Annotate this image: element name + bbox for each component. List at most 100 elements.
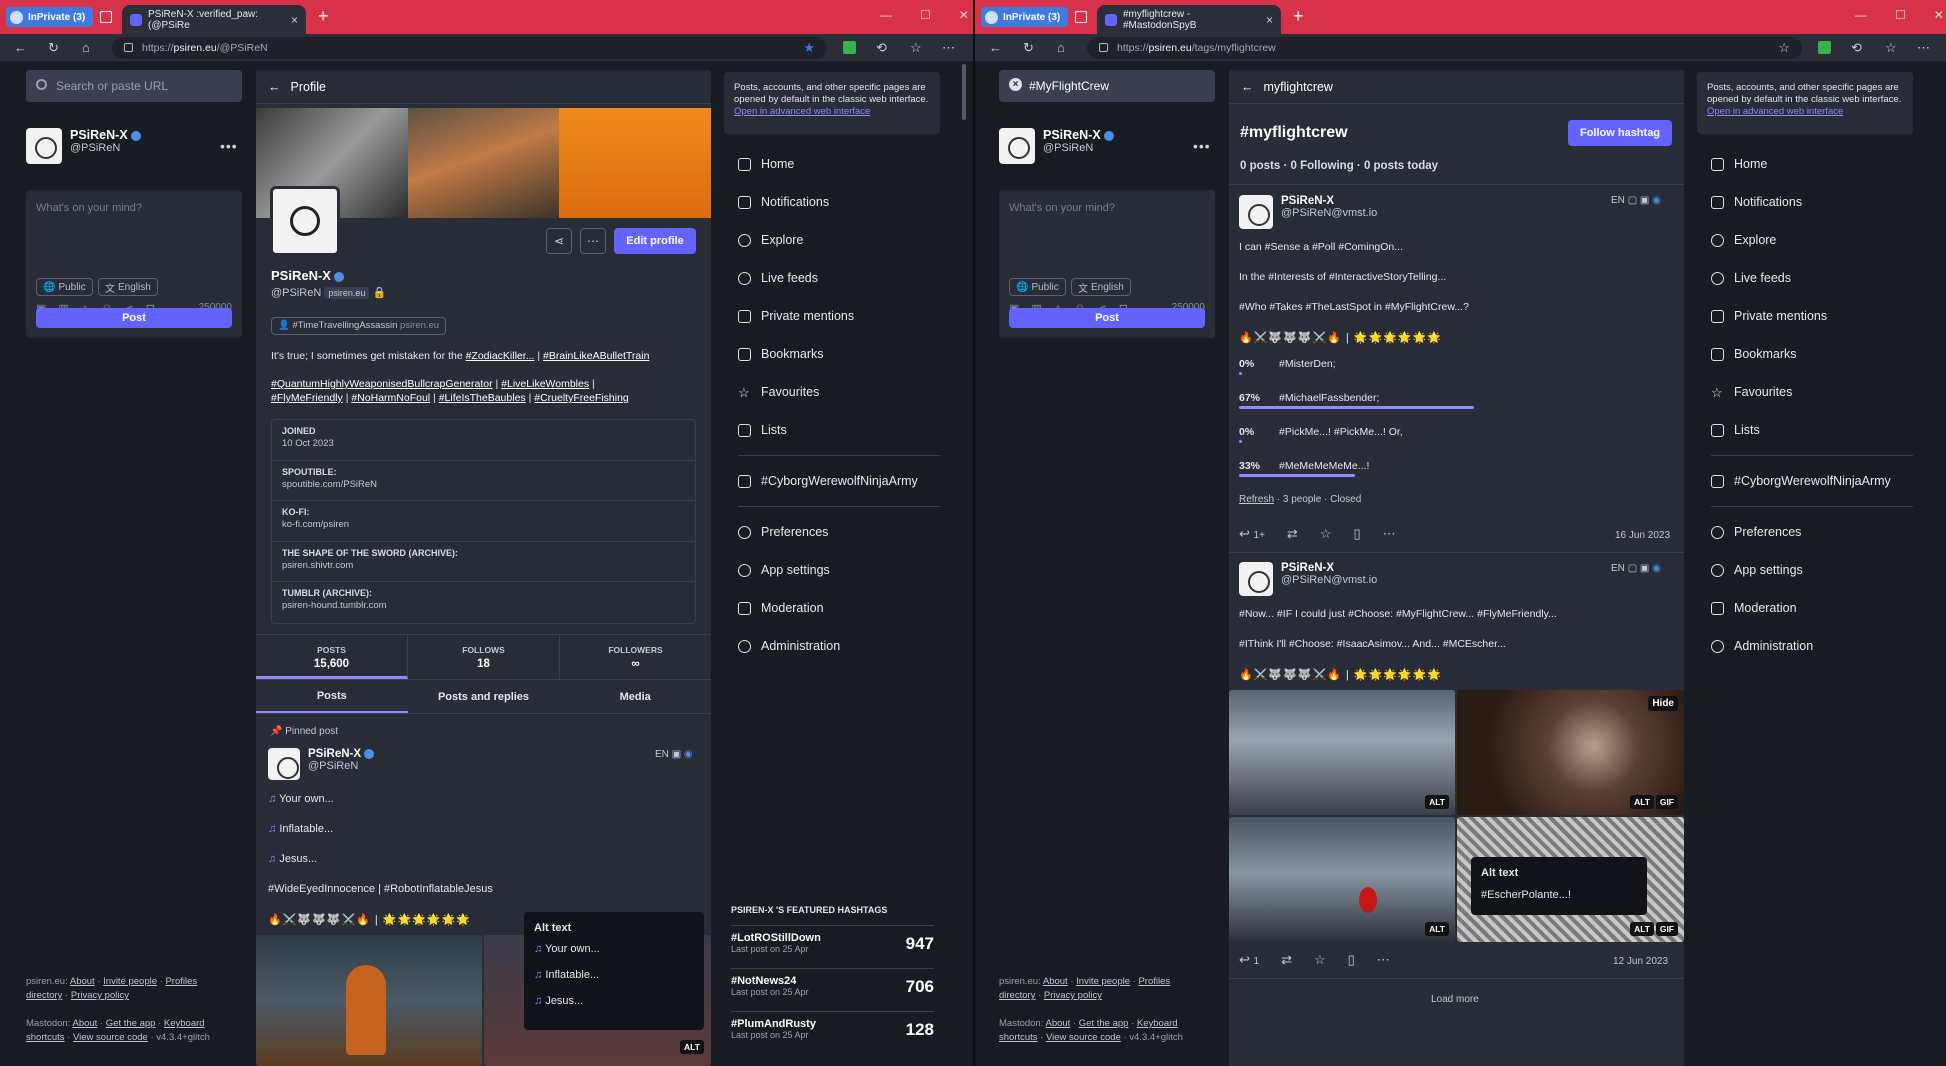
more-icon[interactable]: ⋯ bbox=[1377, 952, 1390, 968]
footer-invite-link[interactable]: Invite people bbox=[103, 976, 157, 987]
footer-keyboard-link[interactable]: Keyboard bbox=[164, 1018, 205, 1029]
field-value[interactable]: psiren.shivtr.com bbox=[282, 560, 685, 571]
nav-administration[interactable]: Administration bbox=[738, 627, 940, 665]
media-screenshot-2[interactable]: ALT bbox=[1229, 817, 1455, 942]
footer-directory-link[interactable]: directory bbox=[26, 990, 62, 1001]
stat-followers[interactable]: FOLLOWERS ∞ bbox=[560, 635, 711, 679]
field-value[interactable]: ko-fi.com/psiren bbox=[282, 519, 685, 530]
home-icon[interactable]: ⌂ bbox=[1057, 40, 1065, 55]
url-field[interactable]: https://psiren.eu/@PSiReN ★ bbox=[112, 37, 827, 59]
menu-icon[interactable]: ⋯ bbox=[942, 40, 955, 56]
footer-about-link[interactable]: About bbox=[70, 976, 95, 987]
url-field[interactable]: https://psiren.eu/tags/myflightcrew ☆ bbox=[1087, 37, 1802, 59]
edit-profile-button[interactable]: Edit profile bbox=[614, 228, 696, 254]
footer-about2-link[interactable]: About bbox=[1046, 1018, 1071, 1029]
visibility-button[interactable]: 🌐 Public bbox=[1009, 278, 1066, 296]
post-author[interactable]: PSiReN-X @PSiReN@vmst.io bbox=[1239, 195, 1377, 229]
footer-source-link[interactable]: View source code bbox=[1046, 1032, 1121, 1043]
tab-profile[interactable]: PSiReN-X :verified_paw: (@PSiRe × bbox=[122, 5, 306, 34]
back-icon[interactable]: ← bbox=[989, 40, 1002, 55]
field-value[interactable]: psiren-hound.tumblr.com bbox=[282, 600, 685, 611]
back-icon[interactable]: ← bbox=[14, 40, 27, 55]
refresh-icon[interactable]: ↻ bbox=[1023, 40, 1034, 56]
account-menu-icon[interactable]: ••• bbox=[1193, 138, 1211, 154]
bookmark-icon[interactable]: ▯ bbox=[1353, 526, 1360, 542]
reply-icon[interactable]: ↩ 1 bbox=[1239, 952, 1259, 968]
composer[interactable]: What's on your mind? 🌐 Public 文 English … bbox=[999, 190, 1215, 338]
composer[interactable]: What's on your mind? 🌐 Public 文 English … bbox=[26, 190, 242, 338]
nav-explore[interactable]: Explore bbox=[738, 221, 940, 259]
post-image-jesus[interactable] bbox=[256, 935, 482, 1066]
new-tab-button[interactable]: + bbox=[318, 6, 329, 27]
alt-badge[interactable]: ALT bbox=[1630, 795, 1654, 809]
favorite-star-icon[interactable]: ☆ bbox=[1778, 40, 1790, 56]
tab-actions-icon[interactable] bbox=[100, 11, 112, 23]
footer-about-link[interactable]: About bbox=[1043, 976, 1068, 987]
minimize-icon[interactable]: — bbox=[1855, 8, 1867, 22]
post-date[interactable]: 12 Jun 2023 bbox=[1613, 956, 1668, 967]
close-window-icon[interactable]: ✕ bbox=[959, 8, 969, 22]
new-tab-button[interactable]: + bbox=[1293, 6, 1304, 27]
media-asimov-gif[interactable]: Hide ALT GIF bbox=[1457, 690, 1684, 815]
footer-invite-link[interactable]: Invite people bbox=[1076, 976, 1130, 987]
search-input[interactable]: × #MyFlightCrew bbox=[999, 70, 1215, 102]
nav-moderation[interactable]: Moderation bbox=[738, 589, 940, 627]
current-account[interactable]: PSiReN-X @PSiReN bbox=[999, 128, 1114, 164]
alt-badge[interactable]: ALT bbox=[1630, 922, 1654, 936]
share-button[interactable]: ⋖ bbox=[546, 228, 572, 254]
nav-preferences[interactable]: Preferences bbox=[1711, 513, 1913, 551]
more-button[interactable]: ⋯ bbox=[580, 228, 606, 254]
favorite-star-icon[interactable]: ★ bbox=[803, 40, 815, 56]
post-hashtags[interactable]: #WideEyedInnocence | #RobotInflatableJes… bbox=[268, 883, 698, 895]
bio-hashtag[interactable]: #ZodiacKiller... bbox=[466, 350, 535, 362]
footer-keyboard-link[interactable]: Keyboard bbox=[1137, 1018, 1178, 1029]
nav-lists[interactable]: Lists bbox=[1711, 411, 1913, 449]
language-button[interactable]: 文 English bbox=[1071, 278, 1131, 296]
nav-notifications[interactable]: Notifications bbox=[738, 183, 940, 221]
post-author[interactable]: PSiReN-X @PSiReN@vmst.io bbox=[1239, 562, 1377, 596]
nav-bookmarks[interactable]: Bookmarks bbox=[738, 335, 940, 373]
back-arrow-icon[interactable]: ← bbox=[1241, 80, 1254, 94]
inprivate-badge[interactable]: InPrivate (3) bbox=[6, 7, 94, 27]
reply-icon[interactable]: ↩ 1+ bbox=[1239, 526, 1265, 542]
home-icon[interactable]: ⌂ bbox=[82, 40, 90, 55]
close-window-icon[interactable]: ✕ bbox=[1934, 8, 1944, 22]
bio-hashtag[interactable]: #LifeIsTheBaubles bbox=[439, 392, 526, 404]
advanced-interface-link[interactable]: Open in advanced web interface bbox=[734, 106, 870, 117]
footer-shortcuts-link[interactable]: shortcuts bbox=[26, 1032, 65, 1043]
tab-posts-and-replies[interactable]: Posts and replies bbox=[408, 680, 560, 713]
bio-hashtag[interactable]: #QuantumHighlyWeaponisedBullcrapGenerato… bbox=[271, 378, 493, 390]
footer-getapp-link[interactable]: Get the app bbox=[1079, 1018, 1129, 1029]
search-input[interactable]: Search or paste URL bbox=[26, 70, 242, 102]
post-button[interactable]: Post bbox=[36, 308, 232, 328]
field-value[interactable]: spoutible.com/PSiReN bbox=[282, 479, 685, 490]
nav-live-feeds[interactable]: Live feeds bbox=[738, 259, 940, 297]
nav-administration[interactable]: Administration bbox=[1711, 627, 1913, 665]
bio-hashtag[interactable]: #FlyMeFriendly bbox=[271, 392, 343, 404]
nav-app-settings[interactable]: App settings bbox=[738, 551, 940, 589]
nav-app-settings[interactable]: App settings bbox=[1711, 551, 1913, 589]
nav-live-feeds[interactable]: Live feeds bbox=[1711, 259, 1913, 297]
footer-profiles-link[interactable]: Profiles bbox=[165, 976, 197, 987]
footer-privacy-link[interactable]: Privacy policy bbox=[1044, 990, 1102, 1001]
bio-hashtag[interactable]: #LiveLikeWombles bbox=[501, 378, 589, 390]
minimize-icon[interactable]: — bbox=[880, 8, 892, 22]
footer-privacy-link[interactable]: Privacy policy bbox=[71, 990, 129, 1001]
favourite-icon[interactable]: ☆ bbox=[1320, 526, 1332, 542]
post-author[interactable]: PSiReN-X @PSiReN bbox=[268, 748, 375, 780]
featured-hashtag[interactable]: #PlumAndRusty Last post on 25 Apr 128 bbox=[731, 1011, 934, 1045]
stat-posts[interactable]: POSTS 15,600 bbox=[256, 635, 408, 679]
gif-badge[interactable]: GIF bbox=[1655, 795, 1678, 809]
nav-lists[interactable]: Lists bbox=[738, 411, 940, 449]
poll-refresh-link[interactable]: Refresh bbox=[1239, 494, 1274, 505]
media-screenshot-1[interactable]: ALT bbox=[1229, 690, 1455, 815]
alt-badge[interactable]: ALT bbox=[680, 1040, 704, 1054]
maximize-icon[interactable]: ☐ bbox=[920, 8, 931, 22]
nav-home[interactable]: Home bbox=[738, 145, 940, 183]
nav-favourites[interactable]: ☆ Favourites bbox=[738, 373, 940, 411]
featured-hashtag[interactable]: #LotROStillDown Last post on 25 Apr 947 bbox=[731, 925, 934, 959]
browser-extensions-icon[interactable]: ⟲ bbox=[876, 40, 887, 56]
nav-notifications[interactable]: Notifications bbox=[1711, 183, 1913, 221]
extension-icon[interactable] bbox=[1818, 41, 1831, 54]
footer-about2-link[interactable]: About bbox=[73, 1018, 98, 1029]
